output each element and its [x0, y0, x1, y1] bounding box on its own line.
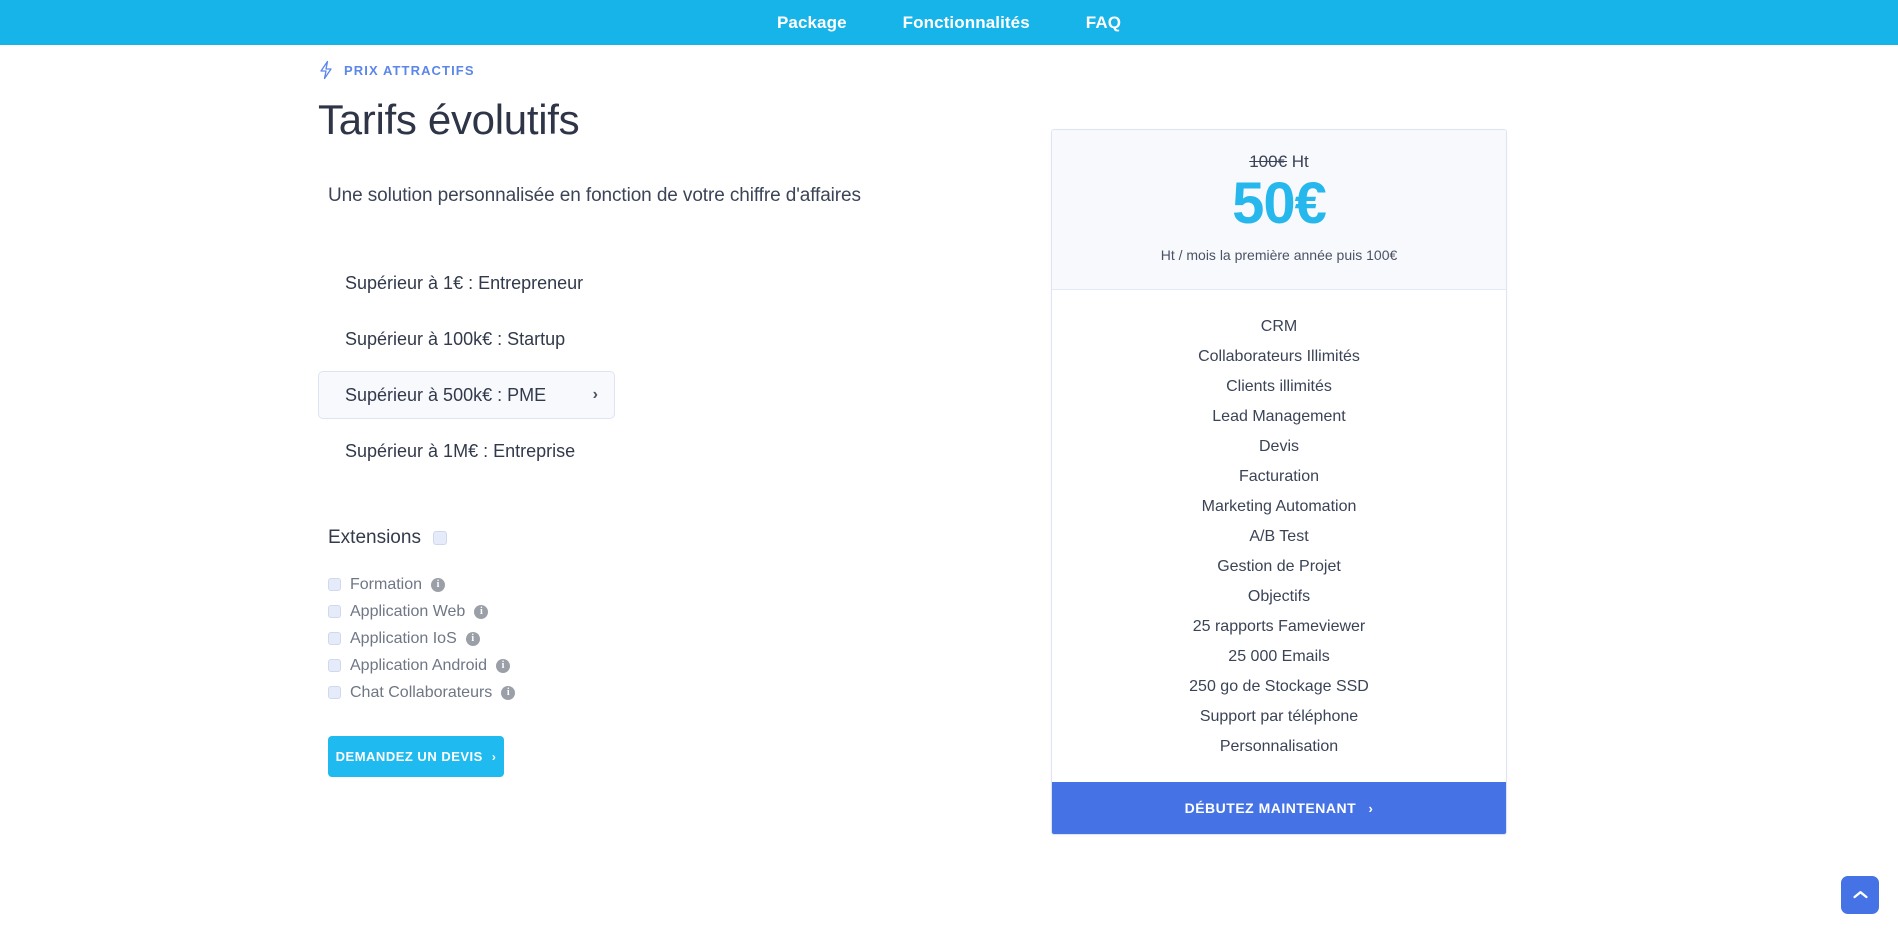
checkbox-application-android[interactable] — [328, 659, 341, 673]
feature-list: CRM Collaborateurs Illimités Clients ill… — [1052, 289, 1506, 782]
extension-item-application-ios[interactable]: Application IoS i — [328, 625, 958, 652]
page-subtitle: Une solution personnalisée en fonction d… — [328, 185, 861, 207]
bolt-icon — [318, 60, 334, 80]
feature-item: 25 000 Emails — [1228, 647, 1330, 665]
chevron-right-icon: › — [491, 749, 497, 764]
feature-item: Personnalisation — [1219, 737, 1339, 755]
old-price: 100€ Ht — [1052, 152, 1506, 172]
price-note: Ht / mois la première année puis 100€ — [1160, 246, 1398, 263]
feature-item: Facturation — [1238, 467, 1320, 485]
info-icon[interactable]: i — [465, 631, 480, 646]
extensions-header: Extensions — [328, 527, 958, 549]
old-price-suffix: Ht — [1287, 152, 1309, 171]
feature-item: Clients illimités — [1226, 377, 1332, 395]
nav-link-faq[interactable]: FAQ — [1086, 13, 1121, 33]
tier-label: Supérieur à 1€ : Entrepreneur — [345, 272, 584, 293]
tier-list: Supérieur à 1€ : Entrepreneur Supérieur … — [318, 259, 958, 475]
feature-item: Devis — [1258, 437, 1299, 455]
info-icon[interactable]: i — [495, 658, 510, 673]
extensions-master-checkbox[interactable] — [432, 531, 447, 546]
top-navigation-bar: Package Fonctionnalités FAQ — [0, 0, 1898, 45]
extension-item-chat-collaborateurs[interactable]: Chat Collaborateurs i — [328, 679, 958, 706]
nav-link-package[interactable]: Package — [777, 13, 847, 33]
scroll-to-top-button[interactable] — [1841, 876, 1879, 914]
checkbox-chat-collaborateurs[interactable] — [328, 686, 341, 700]
info-icon[interactable]: i — [474, 604, 489, 619]
tier-label: Supérieur à 500k€ : PME — [345, 384, 547, 405]
feature-item: 250 go de Stockage SSD — [1189, 677, 1369, 695]
pricing-card: 100€ Ht 50€ Ht / mois la première année … — [1051, 129, 1507, 835]
tier-item-startup[interactable]: Supérieur à 100k€ : Startup — [318, 315, 615, 363]
feature-item: Gestion de Projet — [1217, 557, 1341, 575]
old-price-value: 100€ — [1249, 152, 1288, 171]
pricing-card-header: 100€ Ht 50€ Ht / mois la première année … — [1052, 130, 1506, 290]
page-title: Tarifs évolutifs — [318, 96, 580, 143]
extensions-title: Extensions — [328, 527, 421, 549]
tier-label: Supérieur à 1M€ : Entreprise — [345, 440, 576, 461]
checkbox-application-web[interactable] — [328, 605, 341, 619]
feature-item: CRM — [1260, 317, 1298, 335]
extension-label: Application Web — [350, 602, 466, 620]
eyebrow-label: PRIX ATTRACTIFS — [344, 62, 475, 78]
extension-label: Application Android — [350, 656, 487, 674]
chevron-right-icon: › — [1368, 800, 1374, 816]
extension-item-formation[interactable]: Formation i — [328, 571, 958, 598]
request-quote-button[interactable]: DEMANDEZ UN DEVIS › — [328, 736, 504, 778]
extension-item-application-android[interactable]: Application Android i — [328, 652, 958, 679]
tier-item-pme[interactable]: Supérieur à 500k€ : PME › — [318, 371, 615, 420]
tier-item-entrepreneur[interactable]: Supérieur à 1€ : Entrepreneur — [318, 259, 615, 307]
extensions-list: Formation i Application Web i Applicatio… — [328, 571, 958, 706]
start-now-label: DÉBUTEZ MAINTENANT — [1184, 799, 1357, 816]
chevron-up-icon — [1852, 890, 1868, 900]
info-icon[interactable]: i — [501, 685, 516, 700]
nav-link-fonctionnalites[interactable]: Fonctionnalités — [903, 13, 1030, 33]
checkbox-application-ios[interactable] — [328, 632, 341, 646]
feature-item: 25 rapports Fameviewer — [1192, 617, 1366, 635]
tier-label: Supérieur à 100k€ : Startup — [345, 328, 566, 349]
info-icon[interactable]: i — [431, 577, 446, 592]
pricing-configurator: PRIX ATTRACTIFS Tarifs évolutifs Une sol… — [318, 45, 958, 778]
request-quote-label: DEMANDEZ UN DEVIS — [335, 749, 483, 765]
page-content: PRIX ATTRACTIFS Tarifs évolutifs Une sol… — [0, 45, 1898, 931]
feature-item: Support par téléphone — [1199, 707, 1359, 725]
current-price: 50€ — [1232, 171, 1327, 236]
feature-item: Lead Management — [1212, 407, 1346, 425]
feature-item: Marketing Automation — [1201, 497, 1357, 515]
start-now-button[interactable]: DÉBUTEZ MAINTENANT › — [1052, 781, 1506, 834]
feature-item: Objectifs — [1247, 587, 1311, 605]
feature-item: A/B Test — [1249, 527, 1309, 545]
feature-item: Collaborateurs Illimités — [1198, 347, 1360, 365]
chevron-right-icon: › — [592, 386, 598, 404]
extension-label: Chat Collaborateurs — [350, 683, 493, 701]
extension-label: Application IoS — [350, 629, 457, 647]
extension-item-application-web[interactable]: Application Web i — [328, 598, 958, 625]
tier-item-entreprise[interactable]: Supérieur à 1M€ : Entreprise — [318, 427, 615, 475]
checkbox-formation[interactable] — [328, 578, 341, 592]
eyebrow: PRIX ATTRACTIFS — [318, 59, 958, 81]
extension-label: Formation — [350, 575, 423, 593]
